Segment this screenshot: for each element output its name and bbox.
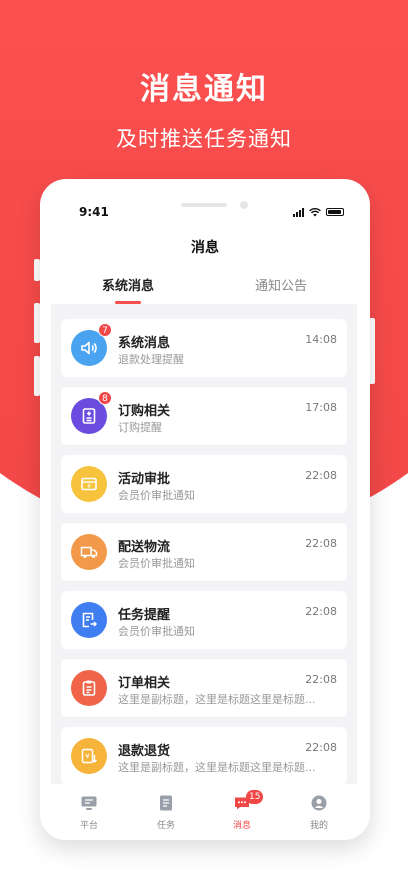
message-card-refund[interactable]: ¥ 退款退货 这里是副标题，这里是标题这里是标题... 22:08: [61, 727, 347, 784]
platform-icon: [81, 796, 97, 810]
tab-profile[interactable]: 我的: [299, 794, 339, 831]
message-subtitle: 订购提醒: [118, 421, 162, 434]
message-card-logistics[interactable]: 配送物流 会员价审批通知 22:08: [61, 523, 347, 581]
phone-speaker: [181, 203, 227, 207]
svg-text:¥: ¥: [85, 753, 90, 761]
tab-messages[interactable]: 15 消息: [222, 790, 264, 831]
refund-icon: ¥: [71, 738, 107, 774]
signal-icon: [293, 207, 304, 217]
tab-tasks[interactable]: 任务: [146, 794, 186, 831]
unread-badge: 8: [98, 391, 112, 405]
message-subtitle: 会员价审批通知: [118, 557, 195, 570]
message-subtitle: 退款处理提醒: [118, 353, 184, 366]
unread-badge: 7: [98, 323, 112, 337]
message-subtitle: 会员价审批通知: [118, 489, 195, 502]
truck-icon: [71, 534, 107, 570]
message-title: 活动审批: [118, 472, 171, 487]
battery-icon: [326, 208, 344, 216]
message-card-order-related[interactable]: 订单相关 这里是副标题，这里是标题这里是标题... 22:08: [61, 659, 347, 717]
message-card-activity-approval[interactable]: ¥ 活动审批 会员价审批通知 22:08: [61, 455, 347, 513]
tab-announcements[interactable]: 通知公告: [255, 275, 307, 294]
message-time: 22:08: [305, 741, 337, 754]
profile-icon: [311, 795, 327, 811]
message-time: 17:08: [305, 401, 337, 414]
phone-camera: [240, 201, 248, 209]
tab-label: 平台: [79, 821, 98, 831]
tab-system-messages[interactable]: 系统消息: [102, 275, 154, 294]
phone-mockup: 9:41 消息 系统消息 通知公告 7 系统消息 退款处理提醒 14:08 8 …: [40, 179, 370, 840]
message-title: 退款退货: [118, 744, 171, 759]
message-card-task-reminder[interactable]: 任务提醒 会员价审批通知 22:08: [61, 591, 347, 649]
message-time: 22:08: [305, 605, 337, 618]
tab-label: 任务: [156, 821, 175, 831]
promo-subline: 及时推送任务通知: [116, 127, 292, 151]
message-time: 22:08: [305, 469, 337, 482]
message-card-system[interactable]: 7 系统消息 退款处理提醒 14:08: [61, 319, 347, 377]
message-title: 订购相关: [118, 404, 171, 419]
tab-platform[interactable]: 平台: [69, 794, 109, 831]
page-title: 消息: [191, 240, 219, 256]
message-list: 7 系统消息 退款处理提醒 14:08 8 订购相关 订购提醒 17:08 ¥ …: [51, 304, 357, 784]
tab-bar-top: 系统消息 通知公告: [40, 275, 370, 299]
message-title: 系统消息: [118, 336, 171, 351]
task-tab-icon: [160, 795, 172, 811]
message-subtitle: 会员价审批通知: [118, 625, 195, 638]
message-time: 22:08: [305, 537, 337, 550]
message-time: 14:08: [305, 333, 337, 346]
wifi-icon: [309, 207, 321, 217]
tab-label: 消息: [232, 821, 251, 831]
svg-text:¥: ¥: [87, 483, 91, 490]
approval-icon: ¥: [71, 466, 107, 502]
clipboard-icon: [71, 670, 107, 706]
status-time: 9:41: [79, 205, 109, 219]
task-icon: [71, 602, 107, 638]
message-subtitle: 这里是副标题，这里是标题这里是标题...: [118, 693, 316, 706]
promo-headline: 消息通知: [140, 72, 268, 107]
message-count-badge: 15: [246, 790, 264, 804]
status-icons: [293, 207, 344, 217]
message-subtitle: 这里是副标题，这里是标题这里是标题...: [118, 761, 316, 774]
message-title: 订单相关: [118, 676, 171, 691]
message-title: 配送物流: [118, 540, 171, 555]
tab-label: 我的: [309, 821, 328, 831]
message-title: 任务提醒: [118, 608, 171, 623]
message-card-orders[interactable]: 8 订购相关 订购提醒 17:08: [61, 387, 347, 445]
bottom-tab-bar: 平台 任务 15 消息 我的: [40, 784, 370, 840]
message-time: 22:08: [305, 673, 337, 686]
